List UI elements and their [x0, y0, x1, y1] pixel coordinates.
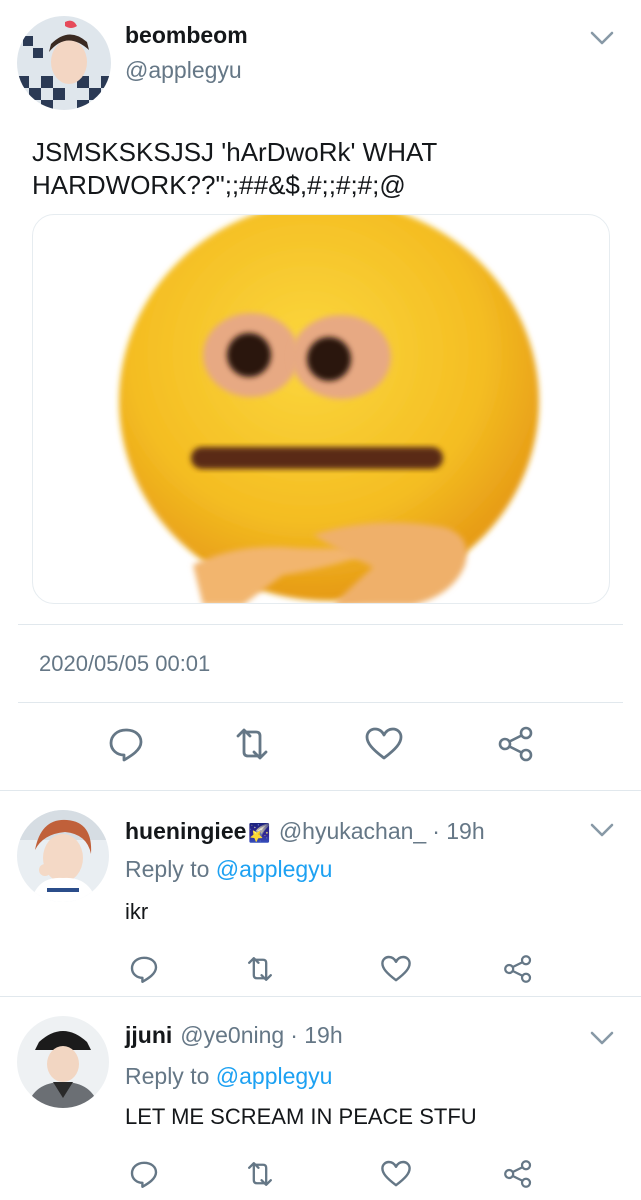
like-icon[interactable] — [362, 722, 406, 766]
reply-to-line: Reply to @applegyu — [125, 1063, 332, 1090]
reply-time: · 19h — [432, 818, 485, 844]
reply-tweet[interactable]: jjuni @ye0ning · 19h Reply to @applegyu LE… — [0, 1014, 641, 1200]
reply-tweet[interactable]: hueningiee 🌠 @hyukachan_ · 19h Reply to @ap… — [0, 808, 641, 996]
share-icon[interactable] — [500, 1156, 536, 1192]
reply-text: ikr — [125, 899, 149, 924]
user-handle[interactable]: @ye0ning — [180, 1022, 284, 1048]
retweet-icon[interactable] — [242, 1156, 278, 1192]
user-handle[interactable]: @applegyu — [125, 57, 242, 84]
reply-to-label: Reply to — [125, 856, 216, 882]
reply-to-label: Reply to — [125, 1063, 216, 1089]
reply-to-mention[interactable]: @applegyu — [216, 1063, 333, 1089]
divider — [18, 624, 623, 625]
reply-to-mention[interactable]: @applegyu — [216, 856, 333, 882]
avatar[interactable] — [17, 1016, 109, 1108]
retweet-icon[interactable] — [242, 951, 278, 987]
display-name[interactable]: jjuni — [125, 1022, 172, 1048]
retweet-icon[interactable] — [230, 722, 274, 766]
chevron-down-icon[interactable] — [590, 30, 614, 46]
reply-icon[interactable] — [126, 951, 162, 987]
reply-time: · 19h — [290, 1022, 343, 1048]
reply-to-line: Reply to @applegyu — [125, 856, 332, 883]
divider — [0, 790, 641, 791]
avatar[interactable] — [17, 16, 111, 110]
divider — [0, 996, 641, 997]
display-name[interactable]: beombeom — [125, 22, 248, 49]
share-icon[interactable] — [500, 951, 536, 987]
chevron-down-icon[interactable] — [590, 822, 614, 838]
user-handle[interactable]: @hyukachan_ — [279, 818, 426, 844]
chevron-down-icon[interactable] — [590, 1030, 614, 1046]
display-name[interactable]: hueningiee — [125, 818, 246, 844]
main-tweet: beombeom @applegyu JSMSKSKSJSJ 'hArDwoRk… — [0, 0, 641, 790]
reply-icon[interactable] — [126, 1156, 162, 1192]
tweet-text: JSMSKSKSJSJ 'hArDwoRk' WHAT HARDWORK??";… — [32, 137, 438, 200]
share-icon[interactable] — [494, 722, 538, 766]
name-badge-icon: 🌠 — [248, 823, 271, 843]
divider — [18, 702, 623, 703]
like-icon[interactable] — [378, 1156, 414, 1192]
tweet-image[interactable] — [32, 214, 610, 604]
avatar[interactable] — [17, 810, 109, 902]
reply-text: LET ME SCREAM IN PEACE STFU — [125, 1104, 477, 1129]
reply-icon[interactable] — [104, 722, 148, 766]
timestamp: 2020/05/05 00:01 — [39, 651, 211, 676]
like-icon[interactable] — [378, 951, 414, 987]
